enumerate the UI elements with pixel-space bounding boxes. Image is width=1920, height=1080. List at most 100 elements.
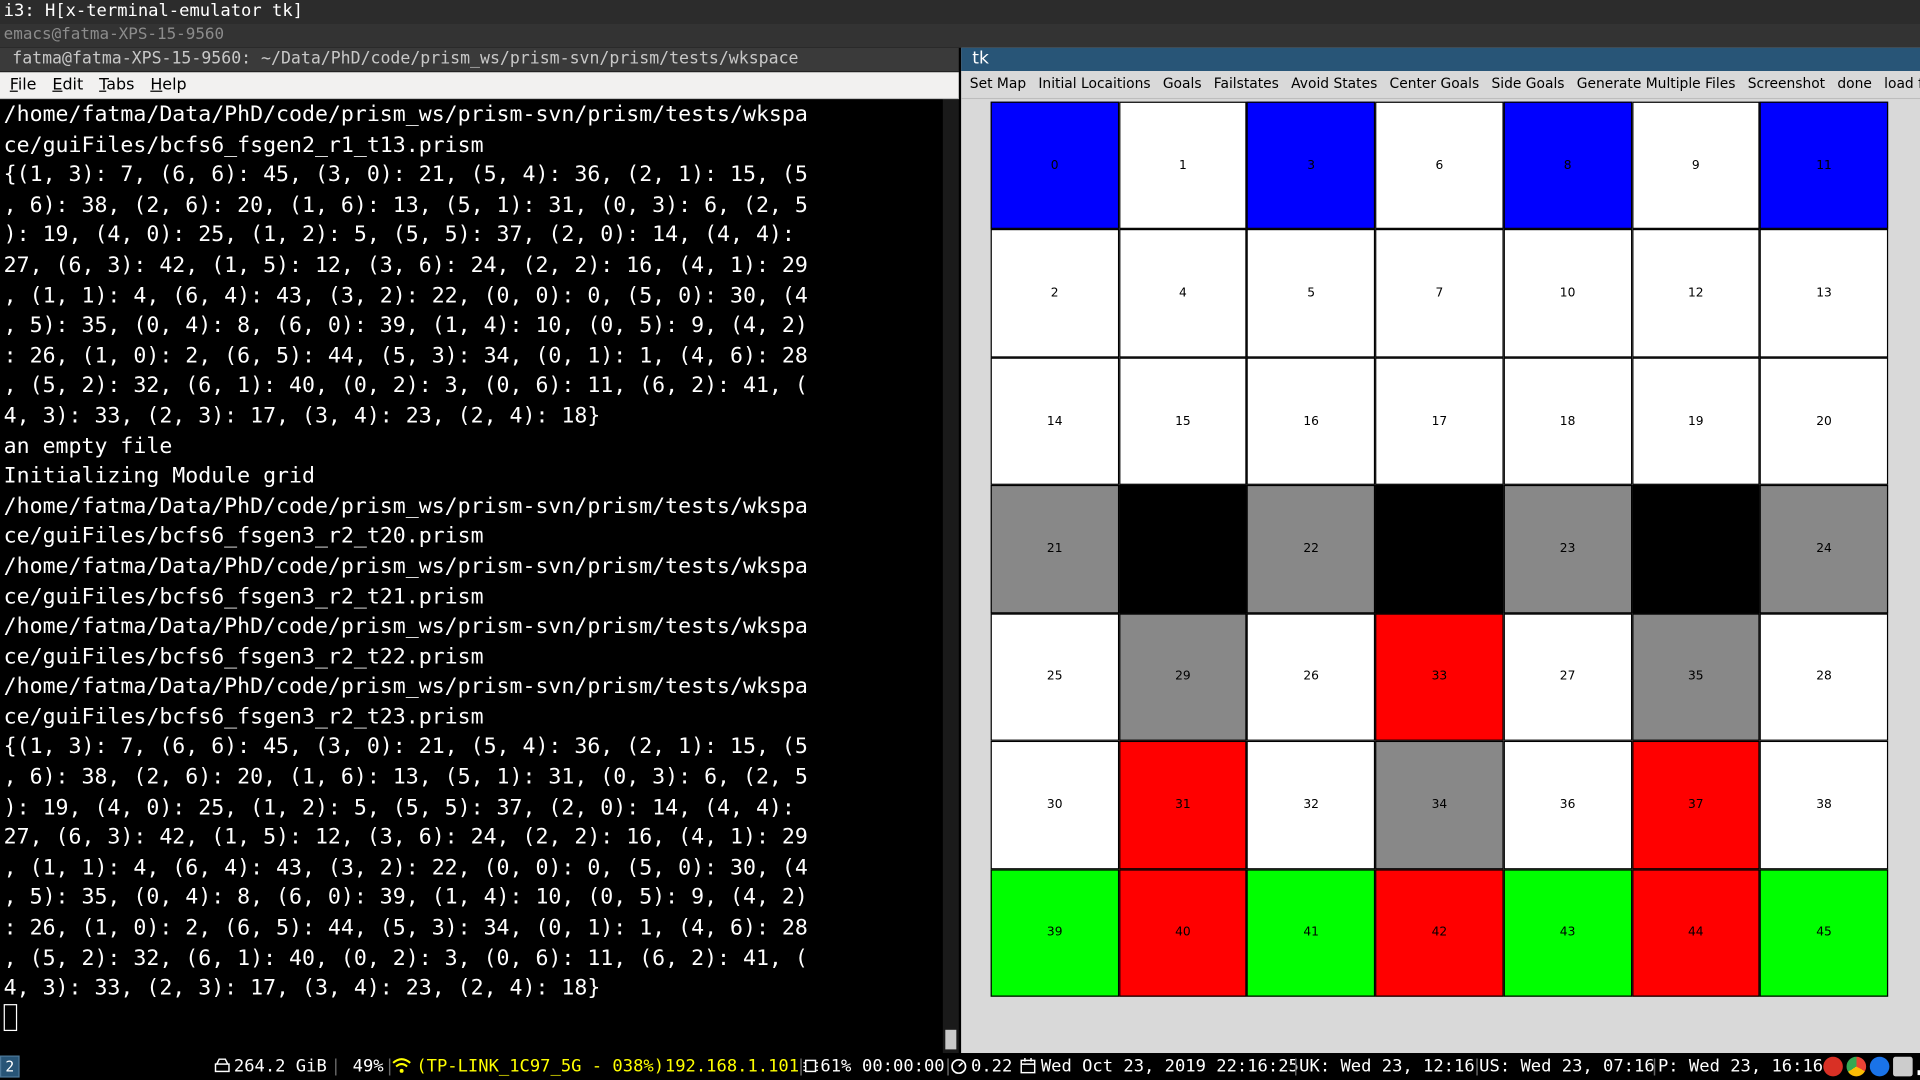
emacs-window-title[interactable]: emacs@fatma-XPS-15-9560 [0,23,1920,48]
grid-cell[interactable]: 21 [990,485,1119,614]
gmail-icon[interactable] [1823,1056,1843,1077]
screenshot-button[interactable]: Screenshot [1748,71,1825,98]
side-goals-button[interactable]: Side Goals [1491,71,1564,98]
terminal-output[interactable]: /home/fatma/Data/PhD/code/prism_ws/prism… [0,99,943,1054]
grid-cell[interactable]: 41 [1247,868,1376,997]
grid-cell[interactable]: 43 [1503,868,1632,997]
menu-edit[interactable]: Edit [52,72,83,98]
grid-cell[interactable]: 35 [1631,613,1760,741]
grid-cell[interactable]: 31 [1118,740,1248,869]
grid-cell[interactable]: 4 [1118,229,1248,358]
terminal-line: Initializing Module grid [3,464,315,489]
chrome-icon[interactable] [1846,1056,1867,1077]
grid-cell[interactable]: 7 [1375,229,1504,358]
grid-cell[interactable]: 20 [1759,357,1889,486]
grid-cell[interactable]: 45 [1759,868,1889,997]
set-map-button[interactable]: Set Map [970,71,1026,98]
tk-title: tk [961,47,1920,72]
terminal-line: , 5): 35, (0, 4): 8, (6, 0): 39, (1, 4):… [3,313,808,339]
menu-file[interactable]: File [10,72,37,98]
grid-cell[interactable]: 34 [1375,740,1504,869]
grid-cell[interactable]: 28 [1759,613,1889,741]
done-button[interactable]: done [1837,71,1872,98]
terminal-line: ce/guiFiles/bcfs6_fsgen2_r1_t13.prism [3,132,484,158]
grid-cell[interactable]: 23 [1503,485,1632,614]
uptime: 00:00:00 [862,1056,945,1077]
grid-cell[interactable]: 3 [1247,101,1376,230]
grid-cell[interactable]: 39 [990,868,1119,997]
terminal-line: , (5, 2): 32, (6, 1): 40, (0, 2): 3, (0,… [3,373,808,399]
terminal-prompt-line[interactable] [3,1003,943,1034]
failstates-button[interactable]: Failstates [1214,71,1279,98]
terminal-line: 4, 3): 33, (2, 3): 17, (3, 4): 23, (2, 4… [3,404,601,429]
grid-cell[interactable]: 18 [1503,357,1632,486]
grid-cell[interactable]: 26 [1247,613,1376,741]
center-goals-button[interactable]: Center Goals [1390,71,1480,98]
grid-cell[interactable]: 5 [1247,229,1376,358]
grid-cell[interactable]: 42 [1375,868,1504,997]
calendar-icon [1020,1053,1036,1080]
grid-cell[interactable]: 6 [1375,101,1504,230]
grid-cell[interactable]: 37 [1631,740,1760,869]
grid-cell[interactable]: 38 [1759,740,1889,869]
terminal-scroll-thumb[interactable] [945,1029,957,1050]
goals-button[interactable]: Goals [1163,71,1202,98]
terminal-scrollbar[interactable] [942,99,959,1054]
terminal-line: ce/guiFiles/bcfs6_fsgen3_r2_t23.prism [3,705,484,730]
grid-cell[interactable] [1118,485,1248,614]
grid-cell[interactable]: 15 [1118,357,1248,486]
grid-cell[interactable]: 17 [1375,357,1504,486]
terminal-line: , 6): 38, (2, 6): 20, (1, 6): 13, (5, 1)… [3,193,808,218]
grid-cell[interactable]: 22 [1247,485,1376,614]
grid-cell[interactable]: 33 [1375,613,1504,741]
grid-cell[interactable]: 44 [1631,868,1760,997]
terminal-line: /home/fatma/Data/PhD/code/prism_ws/prism… [3,102,808,128]
grid-cell[interactable]: 29 [1118,613,1248,741]
grid-cell[interactable]: 9 [1631,101,1760,230]
grid-cell[interactable]: 25 [990,613,1119,741]
grid-cell[interactable]: 24 [1759,485,1889,614]
grid-cell[interactable]: 27 [1503,613,1632,741]
grid-cell[interactable]: 8 [1503,101,1632,230]
grid-cell[interactable]: 36 [1503,740,1632,869]
menu-tabs[interactable]: Tabs [99,72,134,98]
terminal-line: , 6): 38, (2, 6): 20, (1, 6): 13, (5, 1)… [3,765,808,790]
signal-icon[interactable] [1916,1057,1920,1077]
terminal-cursor[interactable] [3,1003,18,1031]
grid-canvas[interactable]: 0 1 3 6 8 9 11 2 4 5 7 10 12 13 14 15 16 17 18 19 20 21 22 23 24… [961,99,1920,1054]
grid-cell[interactable]: 11 [1759,101,1889,230]
wifi-network: (TP-LINK_1C97_5G - 038%) [416,1056,665,1077]
grid-cell[interactable]: 2 [990,229,1119,358]
menu-help[interactable]: Help [150,72,186,98]
generate-multiple-files-button[interactable]: Generate Multiple Files [1577,71,1736,98]
workspace-button[interactable]: 2 [0,1055,20,1078]
grid-cell[interactable] [1375,485,1504,614]
grid-cell[interactable]: 0 [990,101,1119,230]
grid-cell[interactable]: 40 [1118,868,1248,997]
grid-cell[interactable]: 12 [1631,229,1760,358]
disk-icon [214,1053,230,1080]
initial-locations-button[interactable]: Initial Locaitions [1038,71,1150,98]
wifi-icon [392,1053,412,1080]
grid-cell[interactable] [1631,485,1760,614]
cpu-usage: 61% [820,1056,852,1077]
terminal-line: ): 19, (4, 0): 25, (1, 2): 5, (5, 5): 37… [3,795,808,820]
terminal-window[interactable]: fatma@fatma-XPS-15-9560: ~/Data/PhD/code… [0,47,959,1054]
grid-cell[interactable]: 19 [1631,357,1760,486]
avoid-states-button[interactable]: Avoid States [1291,71,1377,98]
p-time: P: Wed 23, 16:16 [1657,1056,1824,1077]
grid-cell[interactable]: 30 [990,740,1119,869]
tk-window[interactable]: tk Set Map Initial Locaitions Goals Fail… [961,47,1920,1054]
disk-free: 264.2 GiB [233,1056,327,1077]
grid-cell[interactable]: 13 [1759,229,1889,358]
grid-cell[interactable]: 1 [1118,101,1248,230]
terminal-line: : 26, (1, 0): 2, (6, 5): 44, (5, 3): 34,… [3,915,808,941]
grid-cell[interactable]: 32 [1247,740,1376,869]
load-file-button[interactable]: load file [1884,71,1920,98]
grid-cell[interactable]: 16 [1247,357,1376,486]
grid-cell[interactable]: 14 [990,357,1119,486]
bluetooth-icon[interactable] [1869,1056,1890,1077]
terminal-line: 27, (6, 3): 42, (1, 5): 12, (3, 6): 24, … [3,825,808,851]
settings-icon[interactable] [1893,1056,1913,1077]
grid-cell[interactable]: 10 [1503,229,1632,358]
